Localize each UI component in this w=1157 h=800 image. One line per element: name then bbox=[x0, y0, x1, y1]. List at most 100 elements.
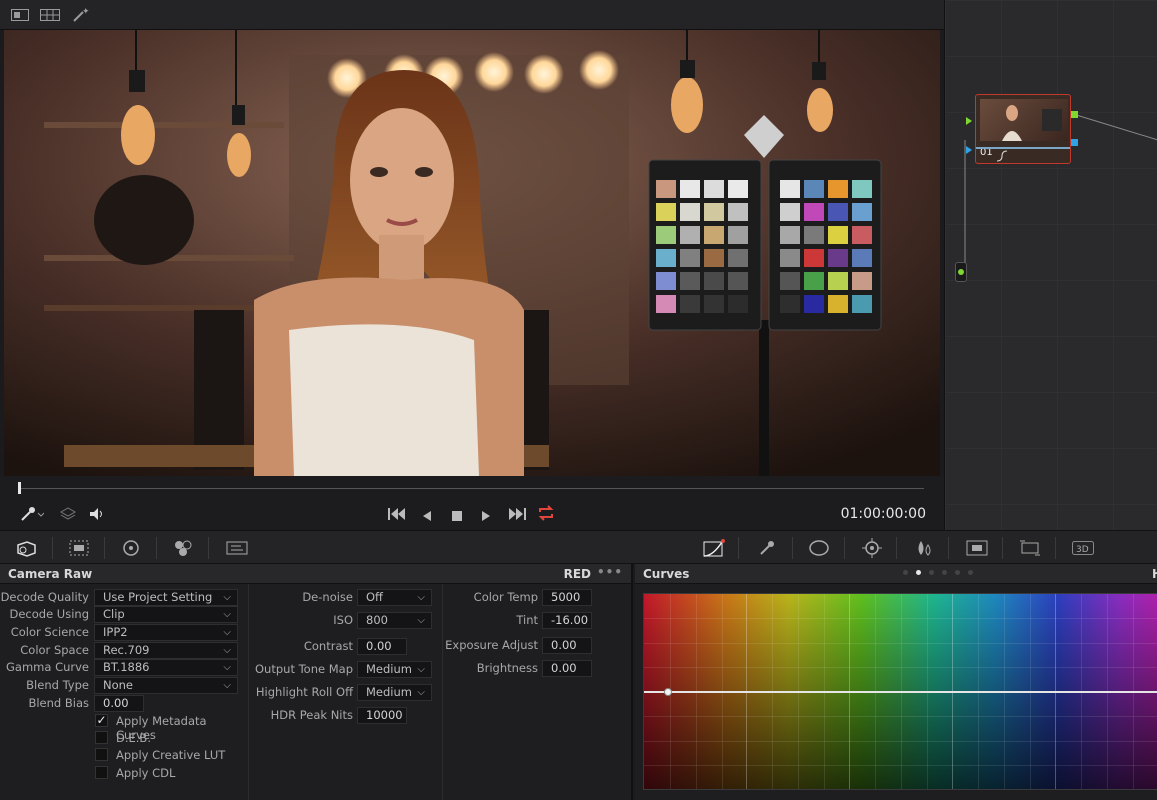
exposure-adjust-input[interactable]: 0.00 bbox=[542, 637, 592, 654]
page-dot-active[interactable] bbox=[916, 570, 921, 575]
camera-raw-left-column: Decode Quality Use Project Setting ⌵ Deco… bbox=[0, 584, 248, 800]
decode-using-dropdown[interactable]: Clip ⌵ bbox=[94, 606, 238, 623]
page-dot[interactable] bbox=[929, 570, 934, 575]
motion-effects-icon[interactable] bbox=[226, 538, 248, 558]
apply-creative-lut-checkbox[interactable] bbox=[95, 748, 108, 761]
page-dot[interactable] bbox=[903, 570, 908, 575]
curve-control-point[interactable] bbox=[664, 688, 672, 696]
palette-divider bbox=[1055, 537, 1056, 559]
play-icon[interactable] bbox=[480, 507, 492, 526]
curves-panel: Curves H bbox=[635, 564, 1157, 800]
camera-raw-panel: Camera Raw RED ••• Decode Quality Use Pr… bbox=[0, 564, 633, 800]
node-output-rgb[interactable] bbox=[1071, 111, 1078, 118]
play-reverse-icon[interactable] bbox=[421, 507, 433, 526]
magic-wand-icon[interactable]: ✦ bbox=[70, 7, 90, 23]
brightness-input[interactable]: 0.00 bbox=[542, 660, 592, 677]
curves-pager[interactable] bbox=[903, 570, 973, 575]
node-thumbnail bbox=[980, 99, 1068, 141]
output-tone-map-dropdown[interactable]: Medium ⌵ bbox=[357, 661, 432, 678]
denoise-dropdown[interactable]: Off ⌵ bbox=[357, 589, 432, 606]
node-input-rgb[interactable] bbox=[966, 110, 972, 125]
color-temp-row: Color Temp 5000 bbox=[443, 589, 634, 606]
playhead[interactable] bbox=[18, 482, 21, 494]
tint-row: Tint -16.00 bbox=[443, 612, 634, 629]
apply-cdl-checkbox[interactable] bbox=[95, 766, 108, 779]
palette-divider bbox=[792, 537, 793, 559]
key-icon[interactable] bbox=[966, 538, 988, 558]
curves-icon[interactable] bbox=[703, 538, 725, 558]
page-dot[interactable] bbox=[968, 570, 973, 575]
chevron-down-icon: ⌵ bbox=[223, 662, 231, 673]
palette-divider bbox=[948, 537, 949, 559]
camera-raw-header: Camera Raw RED ••• bbox=[0, 564, 631, 584]
node-01[interactable]: 01 bbox=[975, 94, 1071, 164]
chevron-down-icon: ⌵ bbox=[417, 687, 425, 698]
chevron-down-icon: ⌵ bbox=[417, 592, 425, 603]
tracker-icon[interactable] bbox=[861, 538, 883, 558]
decode-using-row: Decode Using Clip ⌵ bbox=[0, 606, 248, 623]
source-output[interactable] bbox=[958, 269, 964, 275]
node-input-key[interactable] bbox=[966, 139, 972, 154]
skip-end-icon[interactable] bbox=[507, 506, 527, 525]
layers-icon[interactable] bbox=[59, 506, 77, 525]
camera-raw-right-column: Color Temp 5000 Tint -16.00 Exposure Adj… bbox=[442, 584, 633, 800]
stop-icon[interactable] bbox=[451, 507, 463, 526]
blend-bias-input[interactable]: 0.00 bbox=[94, 695, 144, 712]
deb-checkbox[interactable] bbox=[95, 731, 108, 744]
eyedropper-icon[interactable] bbox=[20, 506, 45, 526]
decode-quality-dropdown[interactable]: Use Project Setting ⌵ bbox=[94, 589, 238, 606]
3d-icon[interactable]: 3D bbox=[1072, 538, 1094, 558]
chevron-down-icon: ⌵ bbox=[223, 592, 231, 603]
tint-input[interactable]: -16.00 bbox=[542, 612, 592, 629]
svg-text:✦: ✦ bbox=[82, 7, 89, 17]
color-wheels-icon[interactable] bbox=[120, 538, 142, 558]
denoise-row: De-noise Off ⌵ bbox=[249, 589, 443, 606]
more-options-button[interactable]: ••• bbox=[597, 565, 623, 579]
palette-divider bbox=[844, 537, 845, 559]
color-space-row: Color Space Rec.709 ⌵ bbox=[0, 642, 248, 659]
window-icon[interactable] bbox=[808, 538, 830, 558]
camera-raw-icon[interactable] bbox=[15, 538, 37, 558]
contrast-input[interactable]: 0.00 bbox=[357, 638, 407, 655]
curves-header: Curves H bbox=[635, 564, 1157, 584]
color-temp-input[interactable]: 5000 bbox=[542, 589, 592, 606]
blend-bias-row: Blend Bias 0.00 bbox=[0, 695, 248, 712]
color-science-dropdown[interactable]: IPP2 ⌵ bbox=[94, 624, 238, 641]
gamma-curve-dropdown[interactable]: BT.1886 ⌵ bbox=[94, 659, 238, 676]
highlight-rolloff-row: Highlight Roll Off Medium ⌵ bbox=[249, 684, 443, 701]
page-dot[interactable] bbox=[942, 570, 947, 575]
node-output-key[interactable] bbox=[1071, 139, 1078, 146]
palette-divider bbox=[104, 537, 105, 559]
panel-title: Camera Raw bbox=[8, 566, 93, 581]
node-editor[interactable]: 01 bbox=[944, 0, 1157, 530]
page-dot[interactable] bbox=[955, 570, 960, 575]
single-viewer-icon[interactable] bbox=[10, 7, 30, 23]
timeline-scrubber[interactable] bbox=[0, 476, 944, 498]
apply-metadata-curves-checkbox[interactable]: ✓ bbox=[95, 714, 108, 727]
sizing-icon[interactable] bbox=[1019, 538, 1041, 558]
skip-start-icon[interactable] bbox=[387, 506, 407, 525]
source-node[interactable] bbox=[955, 262, 967, 282]
blur-icon[interactable] bbox=[913, 538, 935, 558]
split-viewer-icon[interactable] bbox=[40, 7, 60, 23]
color-match-icon[interactable] bbox=[68, 538, 90, 558]
scrubber-track[interactable] bbox=[20, 488, 924, 489]
hue-curve-graph[interactable] bbox=[643, 593, 1157, 790]
apply-metadata-curves-row: ✓ Apply Metadata Curves bbox=[95, 713, 207, 742]
color-space-dropdown[interactable]: Rec.709 ⌵ bbox=[94, 642, 238, 659]
blend-type-dropdown[interactable]: None ⌵ bbox=[94, 677, 238, 694]
viewer-image bbox=[4, 30, 940, 476]
viewer-toolbar: ✦ bbox=[0, 0, 944, 30]
palette-divider bbox=[52, 537, 53, 559]
decode-quality-row: Decode Quality Use Project Setting ⌵ bbox=[0, 589, 248, 606]
rgb-mixer-icon[interactable] bbox=[172, 538, 194, 558]
speaker-icon[interactable] bbox=[88, 506, 106, 526]
highlight-rolloff-dropdown[interactable]: Medium ⌵ bbox=[357, 684, 432, 701]
iso-dropdown[interactable]: 800 ⌵ bbox=[357, 612, 432, 629]
blend-type-row: Blend Type None ⌵ bbox=[0, 677, 248, 694]
hdr-peak-nits-input[interactable]: 10000 bbox=[357, 707, 407, 724]
hue-tab-label[interactable]: H bbox=[1152, 567, 1157, 581]
curve-line[interactable] bbox=[644, 691, 1157, 693]
loop-icon[interactable] bbox=[537, 505, 555, 525]
qualifier-icon[interactable] bbox=[756, 538, 778, 558]
